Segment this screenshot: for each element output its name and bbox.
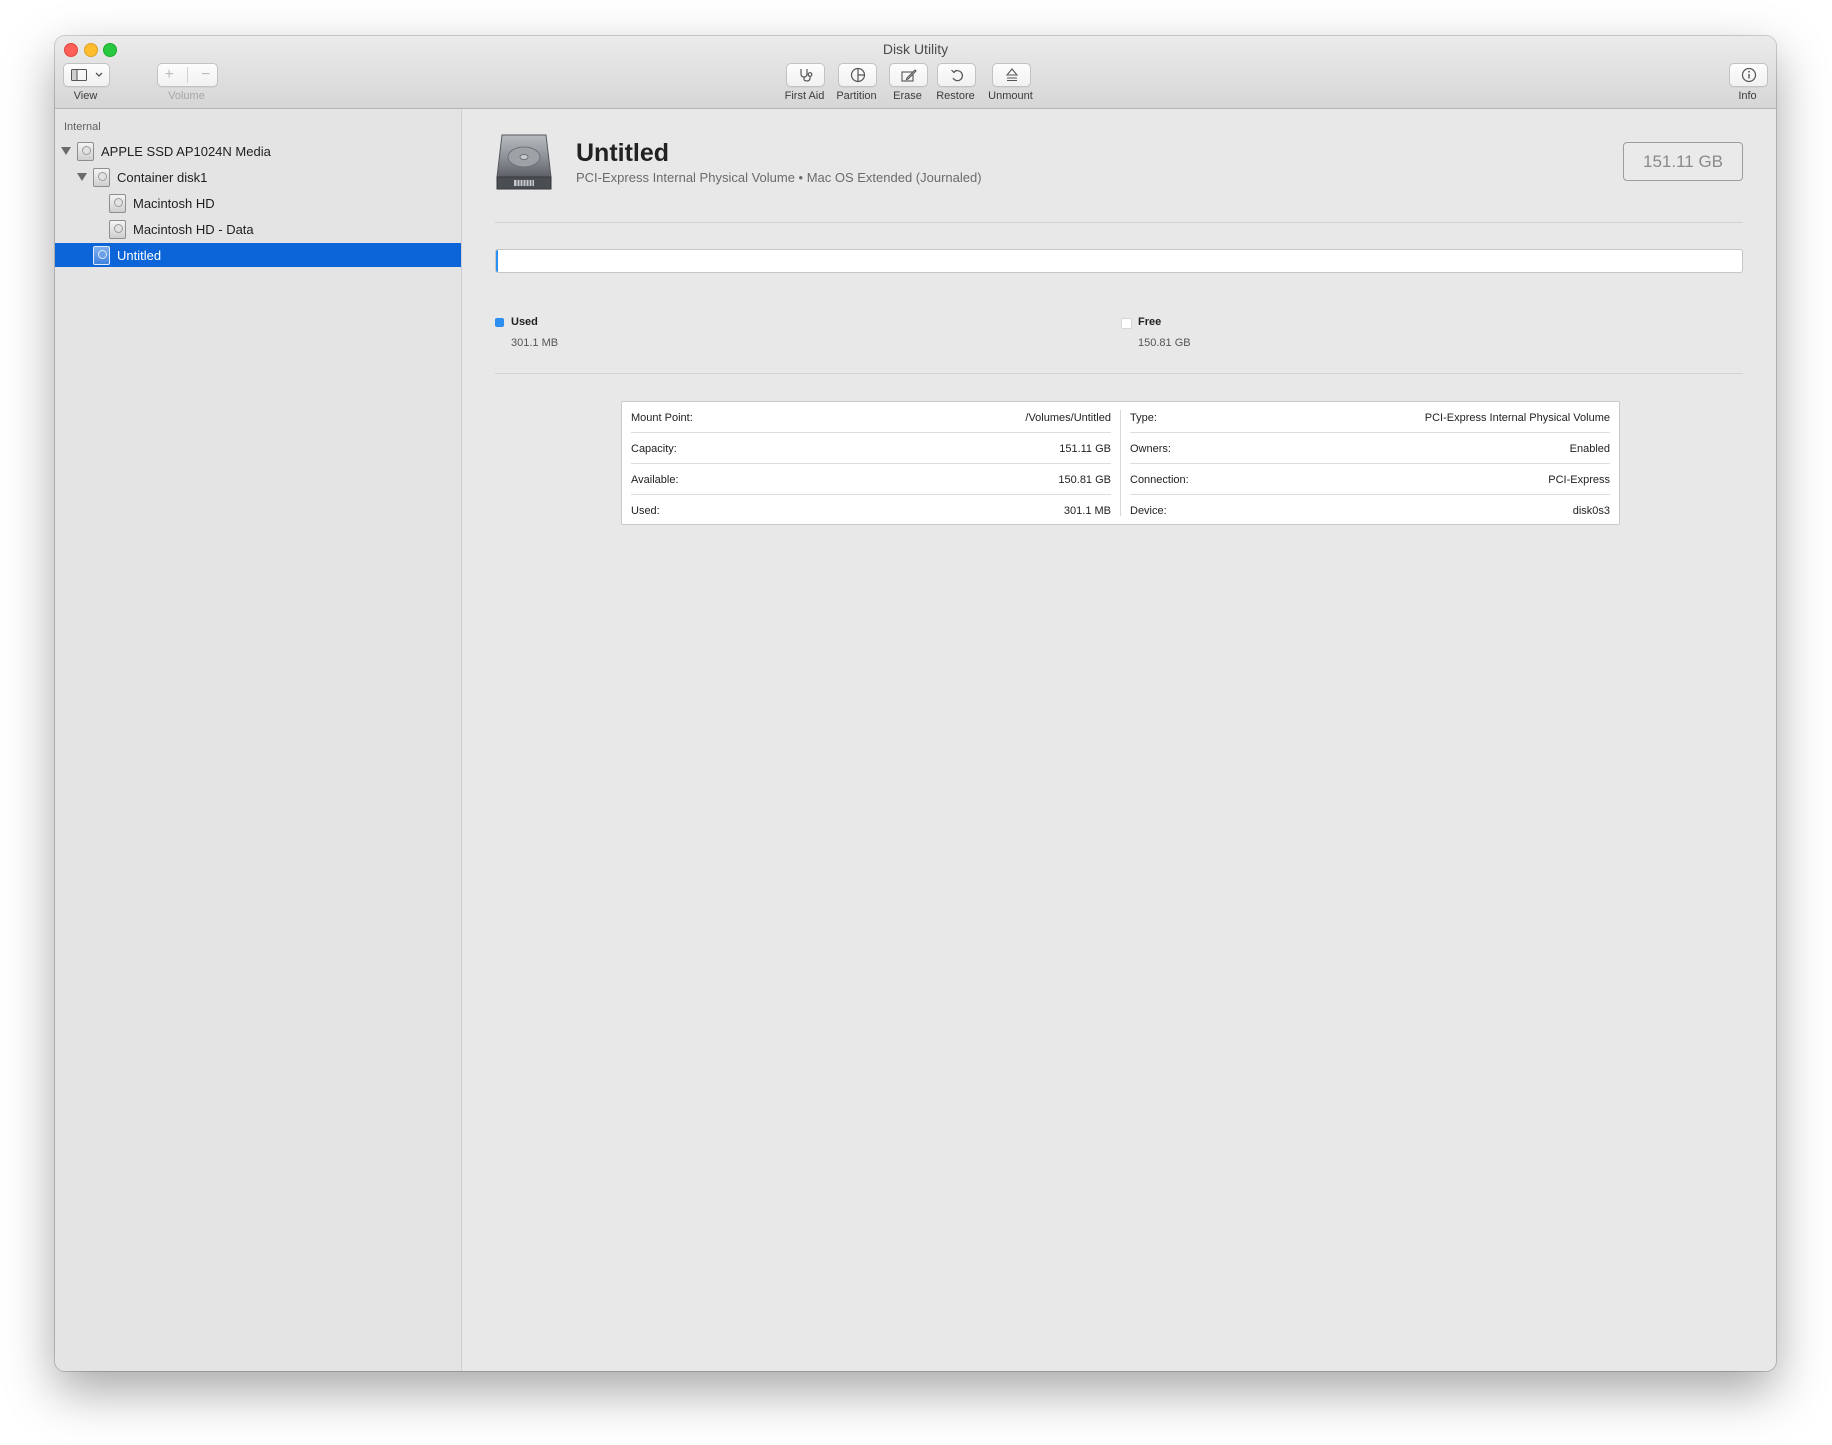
unmount-button[interactable] <box>992 63 1031 87</box>
volume-icon <box>93 246 110 265</box>
view-label: View <box>73 90 98 102</box>
volume-title: Untitled <box>576 139 670 167</box>
info-label: Info <box>1738 90 1757 102</box>
undo-arrow-icon <box>950 69 963 82</box>
used-legend-title: Used <box>511 316 538 328</box>
info-key: Used: <box>631 505 660 517</box>
chevron-down-icon <box>95 72 102 77</box>
erase-button[interactable] <box>889 63 928 87</box>
sidebar-icon <box>70 69 87 81</box>
volume-icon <box>109 194 126 213</box>
info-key: Owners: <box>1130 443 1171 455</box>
info-key: Type: <box>1130 412 1157 424</box>
restore-label: Restore <box>936 90 975 102</box>
sidebar-section-internal: Internal <box>64 121 101 133</box>
free-legend-title: Free <box>1138 316 1162 328</box>
pie-icon <box>850 67 865 83</box>
info-key: Device: <box>1130 505 1167 517</box>
toolbar: Disk Utility View + − Volume First Aid P… <box>55 36 1776 109</box>
sidebar-item-container-disk1[interactable]: Container disk1 <box>55 165 461 189</box>
plus-icon[interactable]: + <box>165 66 174 84</box>
sidebar: Internal APPLE SSD AP1024N Media Contain… <box>55 109 462 1371</box>
pencil-icon <box>900 68 917 82</box>
disclosure-triangle-icon[interactable] <box>61 147 71 155</box>
partition-label: Partition <box>836 90 877 102</box>
info-value: PCI-Express <box>1548 474 1610 486</box>
info-row-used: Used: 301.1 MB <box>631 495 1111 525</box>
divider <box>495 222 1743 223</box>
window-title: Disk Utility <box>882 41 949 57</box>
sidebar-item-label: Macintosh HD - Data <box>133 221 254 237</box>
used-legend-swatch <box>495 318 504 327</box>
usage-bar <box>495 249 1743 273</box>
volume-subtitle: PCI-Express Internal Physical Volume • M… <box>576 170 982 185</box>
info-value: 150.81 GB <box>1058 474 1111 486</box>
free-legend-value: 150.81 GB <box>1138 337 1191 349</box>
restore-button[interactable] <box>937 63 976 87</box>
stethoscope-icon <box>799 69 812 82</box>
disclosure-triangle-icon[interactable] <box>77 173 87 181</box>
view-button[interactable] <box>63 63 110 87</box>
usage-bar-used-fill <box>496 250 499 272</box>
sidebar-item-macintosh-hd-data[interactable]: Macintosh HD - Data <box>55 217 461 241</box>
drive-icon <box>77 142 94 161</box>
unmount-label: Unmount <box>988 90 1033 102</box>
divider <box>495 373 1743 374</box>
used-legend-value: 301.1 MB <box>511 337 559 349</box>
info-row-owners: Owners: Enabled <box>1130 433 1610 464</box>
sidebar-item-label: APPLE SSD AP1024N Media <box>101 143 271 159</box>
volume-segmented-control[interactable]: + − <box>157 63 218 87</box>
main-pane: Untitled PCI-Express Internal Physical V… <box>462 109 1776 1371</box>
volume-icon <box>109 220 126 239</box>
info-key: Connection: <box>1130 474 1189 486</box>
info-value: disk0s3 <box>1572 505 1610 517</box>
sidebar-item-label: Container disk1 <box>117 169 208 185</box>
minus-icon[interactable]: − <box>201 66 210 84</box>
sidebar-item-label: Macintosh HD <box>133 195 215 211</box>
info-value: PCI-Express Internal Physical Volume <box>1424 412 1610 424</box>
container-icon <box>93 168 110 187</box>
info-key: Capacity: <box>631 443 677 455</box>
volume-label: Volume <box>168 90 205 102</box>
info-value: 151.11 GB <box>1059 443 1111 455</box>
info-row-connection: Connection: PCI-Express <box>1130 464 1610 495</box>
eject-icon <box>1005 68 1018 82</box>
info-key: Mount Point: <box>631 412 693 424</box>
free-legend-swatch <box>1121 318 1132 329</box>
info-row-available: Available: 150.81 GB <box>631 464 1111 495</box>
volume-size-badge: 151.11 GB <box>1623 142 1743 181</box>
info-button[interactable] <box>1729 63 1768 87</box>
info-value: /Volumes/Untitled <box>1025 412 1111 424</box>
sidebar-item-macintosh-hd[interactable]: Macintosh HD <box>55 191 461 215</box>
info-row-device: Device: disk0s3 <box>1130 495 1610 525</box>
volume-info-table: Mount Point: /Volumes/Untitled Capacity:… <box>621 401 1620 525</box>
first-aid-label: First Aid <box>784 90 825 102</box>
info-column-left: Mount Point: /Volumes/Untitled Capacity:… <box>622 402 1120 524</box>
info-circle-icon <box>1741 67 1756 83</box>
erase-label: Erase <box>893 90 922 102</box>
sidebar-item-untitled[interactable]: Untitled <box>55 243 461 267</box>
sidebar-item-label: Untitled <box>117 247 162 263</box>
sidebar-item-apple-ssd[interactable]: APPLE SSD AP1024N Media <box>55 139 461 163</box>
info-value: Enabled <box>1569 443 1610 455</box>
info-column-right: Type: PCI-Express Internal Physical Volu… <box>1121 402 1619 524</box>
info-row-type: Type: PCI-Express Internal Physical Volu… <box>1130 402 1610 433</box>
disk-utility-window: Disk Utility View + − Volume First Aid P… <box>55 36 1776 1371</box>
info-key: Available: <box>631 474 679 486</box>
first-aid-button[interactable] <box>786 63 825 87</box>
info-value: 301.1 MB <box>1063 505 1111 517</box>
segment-divider <box>186 67 188 83</box>
info-row-mount-point: Mount Point: /Volumes/Untitled <box>631 402 1111 433</box>
hard-drive-icon <box>496 134 552 190</box>
info-row-capacity: Capacity: 151.11 GB <box>631 433 1111 464</box>
partition-button[interactable] <box>838 63 877 87</box>
